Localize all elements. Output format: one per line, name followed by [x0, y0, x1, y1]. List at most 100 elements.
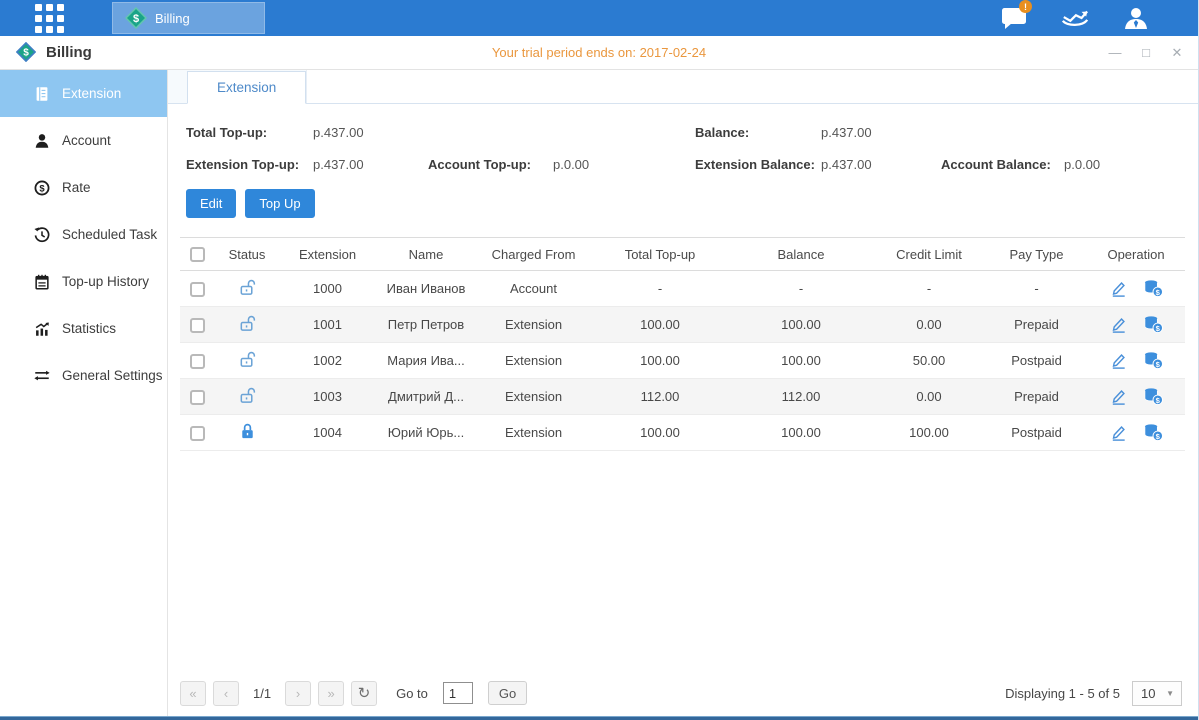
sidebar-item-account[interactable]: Account — [0, 117, 167, 164]
edit-row-icon[interactable] — [1109, 423, 1128, 442]
goto-page-input[interactable] — [443, 682, 473, 704]
col-pay-type: Pay Type — [986, 238, 1087, 271]
sidebar-item-topup-history[interactable]: Top-up History — [0, 258, 167, 305]
row-checkbox[interactable] — [190, 426, 205, 441]
chevron-down-icon: ▼ — [1166, 689, 1174, 698]
sidebar-item-label: General Settings — [62, 368, 163, 383]
top-up-row-icon[interactable]: $ — [1143, 423, 1164, 442]
extension-balance-value: p.437.00 — [821, 157, 941, 172]
resource-monitor-icon[interactable] — [1061, 6, 1089, 30]
close-button[interactable]: ✕ — [1170, 45, 1184, 61]
table-row[interactable]: 1000 Иван Иванов Account - - - - — [180, 271, 1185, 307]
col-balance: Balance — [730, 238, 872, 271]
edit-row-icon[interactable] — [1109, 315, 1128, 334]
cell-pay-type: - — [986, 271, 1087, 307]
select-all-checkbox[interactable] — [190, 247, 205, 262]
col-charged-from: Charged From — [477, 238, 590, 271]
cell-extension: 1004 — [280, 415, 375, 451]
sidebar: Extension Account $ Rate — [0, 70, 168, 716]
sidebar-item-extension[interactable]: Extension — [0, 70, 167, 117]
pagination-bar: « ‹ 1/1 › » ↻ Go to Go Displaying 1 - 5 … — [168, 676, 1198, 716]
statistics-chart-icon — [33, 320, 51, 338]
row-checkbox[interactable] — [190, 354, 205, 369]
top-up-button[interactable]: Top Up — [245, 189, 314, 218]
last-page-button[interactable]: » — [318, 681, 344, 706]
tab-strip-filler — [306, 70, 1198, 103]
svg-text:$: $ — [133, 13, 139, 25]
cell-extension: 1000 — [280, 271, 375, 307]
edit-row-icon[interactable] — [1109, 279, 1128, 298]
svg-text:$: $ — [39, 183, 45, 194]
pagination-right: Displaying 1 - 5 of 5 10 ▼ — [1005, 681, 1182, 706]
sidebar-item-statistics[interactable]: Statistics — [0, 305, 167, 352]
col-credit-limit: Credit Limit — [872, 238, 986, 271]
table-row[interactable]: 1003 Дмитрий Д... Extension 112.00 112.0… — [180, 379, 1185, 415]
cell-pay-type: Prepaid — [986, 307, 1087, 343]
page-size-dropdown[interactable]: 10 ▼ — [1132, 681, 1182, 706]
refresh-icon[interactable]: ↻ — [351, 681, 377, 706]
next-page-button[interactable]: › — [285, 681, 311, 706]
window-title: Billing — [46, 44, 92, 61]
window-bottom-border — [0, 716, 1198, 720]
sidebar-item-rate[interactable]: $ Rate — [0, 164, 167, 211]
go-button[interactable]: Go — [488, 681, 527, 705]
tab-extension[interactable]: Extension — [187, 71, 306, 104]
row-checkbox[interactable] — [190, 282, 205, 297]
sidebar-item-scheduled-task[interactable]: Scheduled Task — [0, 211, 167, 258]
col-total-topup: Total Top-up — [590, 238, 730, 271]
content-tab-strip: Extension — [168, 70, 1198, 104]
cell-charged-from: Extension — [477, 343, 590, 379]
top-up-row-icon[interactable]: $ — [1143, 279, 1164, 298]
table-row[interactable]: 1001 Петр Петров Extension 100.00 100.00… — [180, 307, 1185, 343]
extension-topup-value: p.437.00 — [313, 157, 428, 172]
goto-label: Go to — [396, 686, 428, 701]
cell-extension: 1003 — [280, 379, 375, 415]
notification-badge: ! — [1019, 0, 1032, 13]
edit-button[interactable]: Edit — [186, 189, 236, 218]
table-row[interactable]: 1002 Мария Ива... Extension 100.00 100.0… — [180, 343, 1185, 379]
prev-page-button[interactable]: ‹ — [213, 681, 239, 706]
row-checkbox[interactable] — [190, 318, 205, 333]
cell-balance: 100.00 — [730, 343, 872, 379]
user-account-icon[interactable] — [1122, 6, 1150, 30]
sidebar-item-general-settings[interactable]: General Settings — [0, 352, 167, 399]
top-up-row-icon[interactable]: $ — [1143, 351, 1164, 370]
cell-total-topup: 100.00 — [590, 415, 730, 451]
table-row[interactable]: 1004 Юрий Юрь... Extension 100.00 100.00… — [180, 415, 1185, 451]
account-balance-value: p.0.00 — [1064, 157, 1198, 172]
cell-pay-type: Postpaid — [986, 343, 1087, 379]
sidebar-item-label: Extension — [62, 86, 121, 101]
top-up-row-icon[interactable]: $ — [1143, 315, 1164, 334]
cell-balance: - — [730, 271, 872, 307]
cell-name: Мария Ива... — [375, 343, 477, 379]
topbar-billing-tab[interactable]: $ Billing — [112, 2, 265, 34]
total-topup-label: Total Top-up: — [186, 125, 313, 140]
maximize-button[interactable]: □ — [1139, 45, 1153, 61]
billing-diamond-icon: $ — [16, 42, 38, 64]
cell-credit-limit: 100.00 — [872, 415, 986, 451]
cell-pay-type: Postpaid — [986, 415, 1087, 451]
account-topup-value: p.0.00 — [553, 157, 695, 172]
cell-credit-limit: 50.00 — [872, 343, 986, 379]
app-launcher-grid-icon[interactable] — [35, 4, 64, 33]
cell-balance: 100.00 — [730, 415, 872, 451]
cell-charged-from: Extension — [477, 379, 590, 415]
billing-summary: Total Top-up: p.437.00 Extension Top-up:… — [168, 104, 1198, 172]
row-checkbox[interactable] — [190, 390, 205, 405]
edit-row-icon[interactable] — [1109, 387, 1128, 406]
cell-total-topup: 112.00 — [590, 379, 730, 415]
window-title-group: $ Billing — [16, 42, 92, 64]
cell-name: Дмитрий Д... — [375, 379, 477, 415]
minimize-button[interactable]: — — [1108, 45, 1122, 61]
sidebar-item-label: Account — [62, 133, 111, 148]
status-lock-icon — [238, 350, 257, 369]
first-page-button[interactable]: « — [180, 681, 206, 706]
person-icon — [33, 132, 51, 150]
sidebar-item-label: Top-up History — [62, 274, 149, 289]
edit-row-icon[interactable] — [1109, 351, 1128, 370]
notifications-chat-icon[interactable]: ! — [1000, 6, 1028, 30]
status-lock-icon — [238, 278, 257, 297]
cell-balance: 100.00 — [730, 307, 872, 343]
extension-balance-label: Extension Balance: — [695, 157, 821, 172]
top-up-row-icon[interactable]: $ — [1143, 387, 1164, 406]
